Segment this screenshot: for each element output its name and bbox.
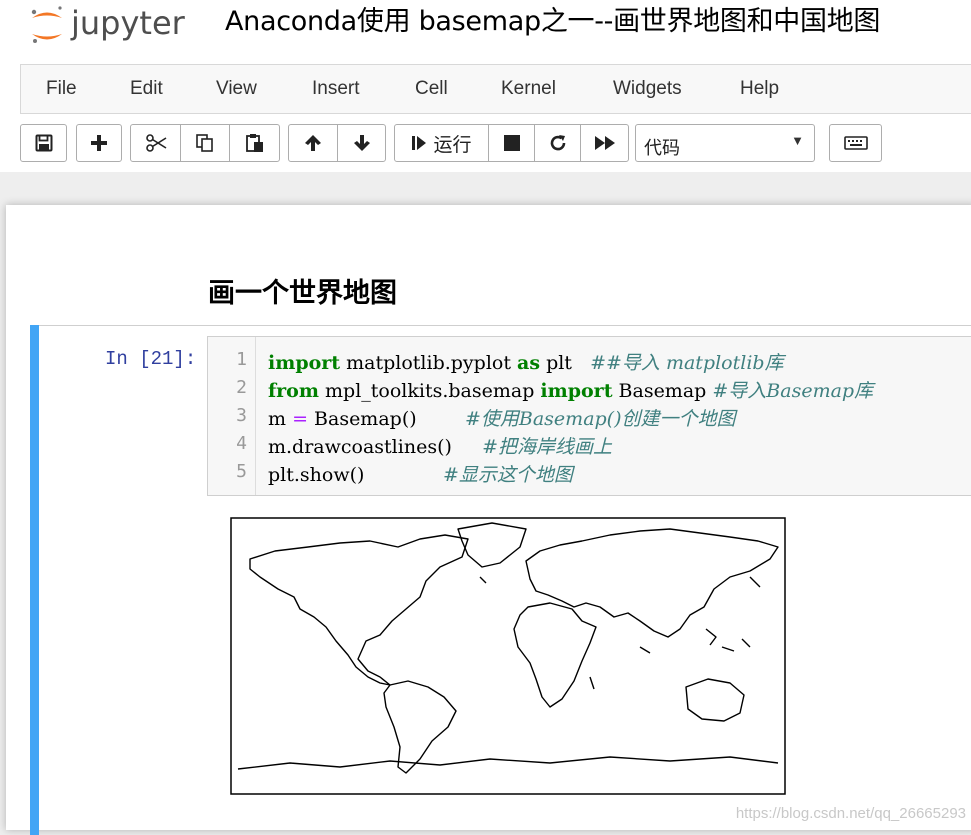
menu-file[interactable]: File (46, 77, 77, 101)
menu-cell[interactable]: Cell (415, 77, 448, 101)
keyboard-icon (843, 136, 868, 150)
cell-prompt: In [21]: (105, 348, 197, 370)
menu-insert[interactable]: Insert (312, 77, 360, 101)
interrupt-button[interactable] (488, 125, 534, 161)
arrow-down-icon (353, 135, 370, 151)
restart-icon (550, 135, 565, 151)
notebook-title[interactable]: Anaconda使用 basemap之一--画世界地图和中国地图 (225, 4, 880, 40)
step-icon (412, 136, 427, 150)
toolbar: 运行 代码 ▼ (0, 118, 971, 172)
copy-button[interactable] (180, 125, 229, 161)
line-number: 4 (236, 433, 247, 454)
keyword-token: as (517, 352, 541, 374)
cell-type-select[interactable]: 代码 ▼ (635, 124, 815, 162)
line-number-gutter: 1 2 3 4 5 (208, 337, 256, 495)
operator-token: = (292, 408, 308, 430)
copy-icon (196, 134, 213, 152)
cell-type-value: 代码 (644, 138, 680, 159)
keyword-token: from (268, 380, 319, 402)
keyword-token: import (268, 352, 341, 374)
code-line: import matplotlib.pyplot as plt ##导入 mat… (268, 352, 784, 374)
comment-token: #显示这个地图 (442, 464, 573, 486)
insert-cell-button[interactable] (77, 125, 121, 161)
save-icon (35, 134, 52, 152)
code-line: m.drawcoastlines() #把海岸线画上 (268, 436, 613, 458)
code-editor[interactable]: 1 2 3 4 5 import matplotlib.pyplot as pl… (207, 336, 971, 496)
run-label: 运行 (433, 133, 472, 156)
watermark-text: https://blog.csdn.net/qq_26665293 (735, 805, 966, 822)
chevron-down-icon: ▼ (791, 133, 804, 148)
paste-icon (245, 134, 263, 152)
cut-button[interactable] (131, 125, 180, 161)
line-number: 2 (236, 377, 247, 398)
command-palette-button[interactable] (830, 125, 881, 161)
logo-text: jupyter (70, 4, 186, 42)
jupyter-logo[interactable]: jupyter (26, 4, 202, 46)
restart-run-all-button[interactable] (580, 125, 628, 161)
line-number: 3 (236, 405, 247, 426)
code-cell[interactable]: In [21]: 1 2 3 4 5 import matplotlib.pyp… (30, 325, 971, 835)
comment-token: #把海岸线画上 (482, 436, 613, 458)
menu-widgets[interactable]: Widgets (613, 77, 682, 101)
line-number: 5 (236, 461, 247, 482)
notebook-container: 画一个世界地图 In [21]: 1 2 3 4 5 import matplo… (6, 205, 971, 835)
comment-token: ##导入 matplotlib库 (590, 352, 784, 374)
stop-icon (503, 135, 520, 151)
menu-edit[interactable]: Edit (130, 77, 163, 101)
header: jupyter Anaconda使用 basemap之一--画世界地图和中国地图 (0, 0, 971, 60)
comment-token: #导入Basemap库 (712, 380, 874, 402)
menu-view[interactable]: View (216, 77, 257, 101)
code-line: plt.show() #显示这个地图 (268, 464, 573, 486)
code-line: from mpl_toolkits.basemap import Basemap… (268, 380, 874, 402)
restart-button[interactable] (534, 125, 580, 161)
scissors-icon (145, 134, 166, 152)
arrow-up-icon (305, 135, 321, 151)
line-number: 1 (236, 349, 247, 370)
plus-icon (91, 135, 107, 151)
menu-kernel[interactable]: Kernel (501, 77, 556, 101)
run-button[interactable]: 运行 (395, 125, 488, 161)
save-button[interactable] (21, 125, 66, 161)
keyword-token: import (540, 380, 613, 402)
markdown-heading[interactable]: 画一个世界地图 (208, 271, 397, 310)
move-down-button[interactable] (337, 125, 385, 161)
move-up-button[interactable] (289, 125, 337, 161)
fast-forward-icon (594, 136, 615, 150)
paste-button[interactable] (229, 125, 279, 161)
world-map-output (230, 517, 786, 795)
menu-help[interactable]: Help (740, 77, 779, 101)
menubar: File Edit View Insert Cell Kernel Widget… (0, 60, 971, 118)
comment-token: #使用Basemap()创建一个地图 (464, 408, 736, 430)
code-line: m = Basemap() #使用Basemap()创建一个地图 (268, 408, 736, 430)
